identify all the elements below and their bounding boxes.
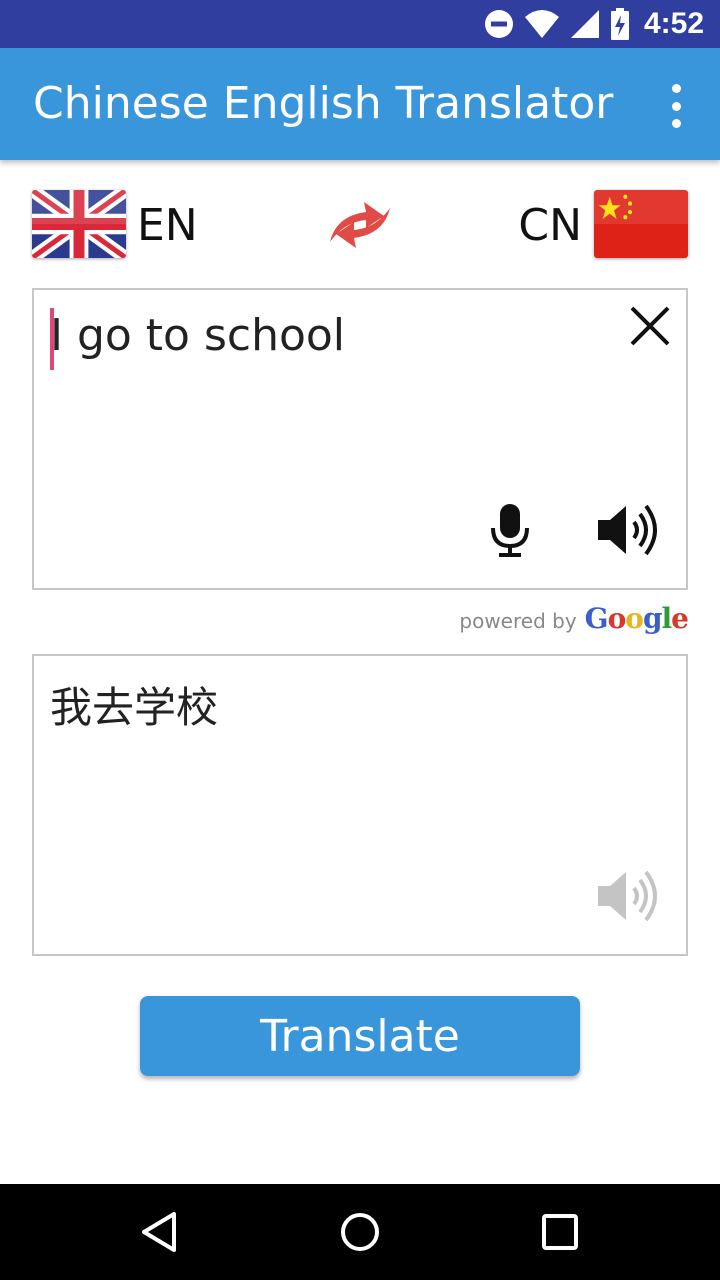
status-time: 4:52 [643, 7, 704, 40]
source-text-input[interactable]: I go to school [50, 308, 345, 370]
cell-signal-icon [570, 10, 599, 38]
do-not-disturb-icon [484, 10, 513, 38]
google-letter: l [661, 602, 673, 635]
source-text-value[interactable]: I go to school [50, 310, 345, 361]
recents-square-icon[interactable] [536, 1208, 584, 1256]
source-language-code[interactable]: EN [137, 200, 198, 251]
status-icons: 4:52 [484, 0, 704, 48]
status-bar: 4:52 [0, 0, 720, 48]
text-caret [50, 308, 54, 370]
powered-by-label: powered by [459, 609, 577, 633]
google-letter: g [642, 602, 663, 635]
navigation-bar [0, 1184, 720, 1280]
google-letter: o [625, 602, 644, 635]
translate-button[interactable]: Translate [140, 996, 580, 1076]
close-icon[interactable] [628, 304, 672, 348]
wifi-icon [524, 10, 559, 38]
speaker-icon[interactable] [596, 502, 664, 558]
powered-by-google: powered by Google [459, 602, 689, 635]
uk-flag-icon[interactable] [32, 190, 126, 258]
source-text-box[interactable]: I go to school [32, 288, 688, 590]
google-letter: e [671, 602, 689, 635]
battery-charging-icon [610, 8, 629, 40]
more-vert-icon[interactable] [658, 84, 694, 128]
home-circle-icon[interactable] [336, 1208, 384, 1256]
microphone-icon[interactable] [488, 502, 532, 558]
china-flag-icon[interactable] [594, 190, 688, 258]
google-letter: o [607, 602, 627, 635]
google-logo: Google [584, 602, 689, 635]
swap-arrows-icon[interactable] [326, 198, 394, 250]
google-letter: G [584, 602, 609, 635]
app-title: Chinese English Translator [33, 78, 614, 129]
back-triangle-icon[interactable] [136, 1208, 184, 1256]
speaker-icon[interactable] [596, 868, 664, 924]
target-language-code[interactable]: CN [518, 200, 582, 251]
app-bar: Chinese English Translator [0, 48, 720, 160]
language-selector-row: EN CN [32, 188, 688, 260]
translation-output-text: 我去学校 [50, 683, 219, 732]
translation-output-box: 我去学校 [32, 654, 688, 956]
